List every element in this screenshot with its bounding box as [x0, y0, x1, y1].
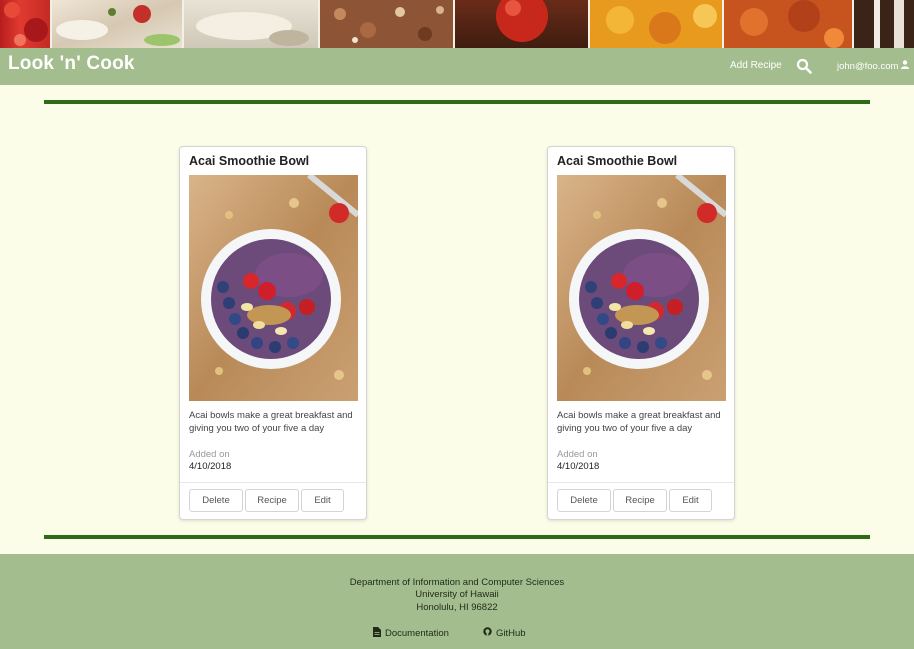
banner-photo-bread	[182, 0, 318, 48]
banner-photo-apple	[453, 0, 588, 48]
added-date: 4/10/2018	[189, 461, 232, 472]
github-icon	[483, 627, 492, 639]
documentation-link[interactable]: Documentation	[373, 627, 449, 640]
added-date: 4/10/2018	[557, 461, 600, 472]
footer-university: University of Hawaii	[415, 589, 499, 600]
add-recipe-link[interactable]: Add Recipe	[730, 60, 782, 71]
github-link[interactable]: GitHub	[483, 627, 526, 639]
delete-button[interactable]: Delete	[557, 489, 611, 512]
recipe-button[interactable]: Recipe	[613, 489, 667, 512]
footer: Department of Information and Computer S…	[0, 554, 914, 649]
card-divider	[180, 482, 366, 483]
search-icon[interactable]	[796, 58, 812, 74]
brand-logo[interactable]: Look 'n' Cook	[8, 53, 135, 75]
recipe-card: Acai Smoothie Bowl Acai bowls make a gre…	[547, 146, 735, 520]
recipe-title: Acai Smoothie Bowl	[189, 154, 310, 168]
added-on-label: Added on	[557, 449, 598, 460]
navbar: Look 'n' Cook Add Recipe john@foo.com	[0, 48, 914, 85]
edit-button[interactable]: Edit	[669, 489, 712, 512]
recipe-title: Acai Smoothie Bowl	[557, 154, 678, 168]
card-divider	[548, 482, 734, 483]
banner-photo-glazed	[722, 0, 852, 48]
delete-button[interactable]: Delete	[189, 489, 243, 512]
footer-department: Department of Information and Computer S…	[349, 577, 565, 588]
file-icon	[373, 627, 381, 640]
banner-photo-salad	[50, 0, 182, 48]
banner-photo-strawberry	[0, 0, 50, 48]
edit-button[interactable]: Edit	[301, 489, 344, 512]
recipe-button[interactable]: Recipe	[245, 489, 299, 512]
documentation-label: Documentation	[385, 628, 449, 639]
divider-bottom	[44, 535, 870, 539]
footer-address: Honolulu, HI 96822	[416, 602, 498, 613]
user-icon	[901, 60, 910, 72]
banner-photo-crumble	[318, 0, 453, 48]
banner-photo-peaches	[588, 0, 722, 48]
github-label: GitHub	[496, 627, 526, 639]
recipe-image	[189, 175, 358, 401]
added-on-label: Added on	[189, 449, 230, 460]
user-email: john@foo.com	[837, 60, 899, 72]
header-banner	[0, 0, 914, 48]
user-menu[interactable]: john@foo.com	[837, 60, 910, 72]
recipe-description: Acai bowls make a great breakfast and gi…	[557, 410, 721, 434]
divider-top	[44, 100, 870, 104]
banner-photo-dessert	[852, 0, 914, 48]
recipe-description: Acai bowls make a great breakfast and gi…	[189, 410, 353, 434]
recipe-card: Acai Smoothie Bowl Acai bowls make a gre…	[179, 146, 367, 520]
recipe-image	[557, 175, 726, 401]
